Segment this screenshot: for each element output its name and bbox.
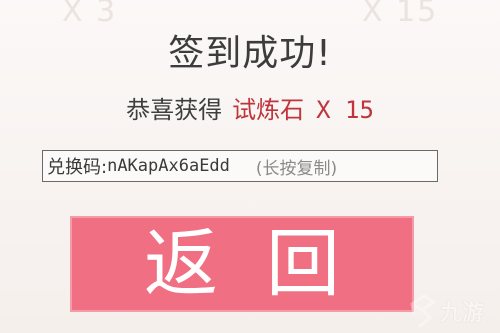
reward-item-name: 试炼石 <box>232 96 305 124</box>
site-watermark: 九游 <box>408 288 500 333</box>
redeem-code-value[interactable]: nAKapAx6aEdd <box>107 156 230 176</box>
redeem-code-field[interactable]: 兑换码: nAKapAx6aEdd (长按复制) <box>42 150 438 182</box>
return-button[interactable]: 返回 <box>70 216 414 312</box>
checkin-success-dialog: X 3 X 15 签到成功! 恭喜获得 试炼石 X 15 兑换码: nAKapAx6… <box>0 0 500 333</box>
watermark-logo-icon <box>410 294 436 327</box>
copy-hint: (长按复制) <box>255 158 338 179</box>
redeem-code-label: 兑换码: <box>47 157 108 178</box>
reward-line: 恭喜获得 试炼石 X 15 <box>0 90 500 125</box>
reward-quantity: X 15 <box>316 96 374 124</box>
reward-prefix: 恭喜获得 <box>126 96 223 124</box>
watermark-text: 九游 <box>440 300 485 326</box>
dialog-title: 签到成功! <box>168 33 332 74</box>
